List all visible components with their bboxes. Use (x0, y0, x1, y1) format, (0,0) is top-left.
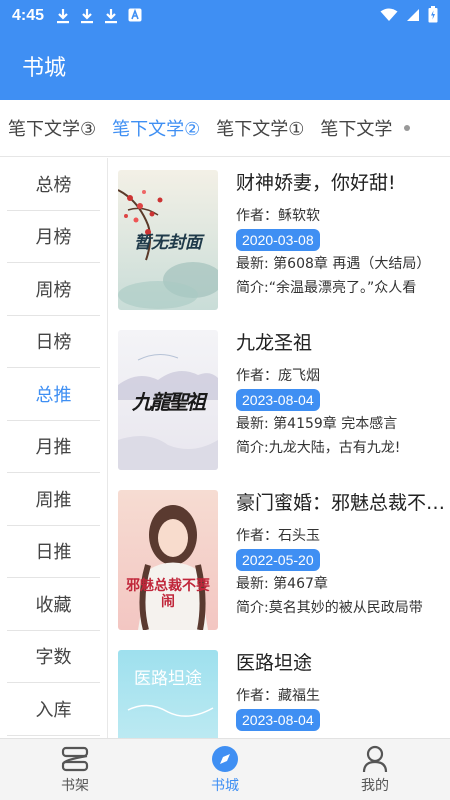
latest-chapter: 最新: 第467章 (236, 576, 328, 592)
nav-label: 我的 (361, 777, 389, 794)
sidebar-item-month-recommend[interactable]: 月推 (7, 421, 100, 473)
book-cover[interactable]: 邪魅总裁不要闹 (118, 490, 218, 630)
sidebar-item-week-recommend[interactable]: 周推 (7, 473, 100, 526)
tab-source-3[interactable]: 笔下文学③ (0, 115, 104, 141)
sidebar-item-word-count[interactable]: 字数 (7, 631, 100, 683)
cover-title-text: 暂无封面 (134, 233, 202, 253)
book-author: 作者：稣软软 (236, 208, 320, 224)
sidebar-item-total-recommend[interactable]: 总推 (7, 368, 100, 421)
cover-title-text: 九龍聖祖 (132, 390, 206, 414)
book-item[interactable]: 暂无封面 财神娇妻，你好甜! 作者：稣软软 2020-03-08 最新: 第60… (118, 160, 448, 310)
app-notification-icon (128, 8, 142, 24)
book-list: 暂无封面 财神娇妻，你好甜! 作者：稣软软 2020-03-08 最新: 第60… (108, 158, 450, 738)
sidebar-item-favorites[interactable]: 收藏 (7, 578, 100, 631)
battery-icon (428, 5, 438, 27)
system-icons (380, 5, 438, 27)
book-cover[interactable]: 暂无封面 (118, 170, 218, 310)
category-sidebar: 总榜 月榜 周榜 日榜 总推 月推 周推 日推 收藏 字数 入库 (0, 158, 108, 738)
sidebar-item-new-arrivals[interactable]: 入库 (7, 683, 100, 736)
bookshelf-icon (60, 745, 90, 773)
cover-title-text: 医路坦途 (134, 669, 202, 689)
status-bar: 4:45 (0, 0, 450, 32)
wifi-icon (380, 7, 398, 26)
book-intro: 简介:九龙大陆，古有九龙! (236, 440, 401, 456)
tab-source[interactable]: 笔下文学 (312, 115, 400, 141)
book-intro: 简介:莫名其妙的被从民政局带 (236, 600, 423, 616)
nav-label: 书城 (211, 777, 239, 794)
source-tabs: 笔下文学③ 笔下文学② 笔下文学① 笔下文学 (0, 100, 450, 157)
person-icon (362, 745, 388, 773)
cover-title-text: 邪魅总裁不要闹 (126, 578, 210, 610)
update-date-badge: 2020-03-08 (236, 229, 320, 251)
download-icon (56, 8, 70, 24)
update-date-badge: 2022-05-20 (236, 549, 320, 571)
sidebar-item-day-recommend[interactable]: 日推 (7, 526, 100, 578)
book-info: 豪门蜜婚：邪魅总裁不要闹 作者：石头玉 2022-05-20 最新: 第467章… (236, 488, 446, 619)
book-title[interactable]: 财神娇妻，你好甜! (236, 168, 446, 198)
sidebar-item-month-rank[interactable]: 月榜 (7, 211, 100, 263)
book-info: 财神娇妻，你好甜! 作者：稣软软 2020-03-08 最新: 第608章 再遇… (236, 168, 446, 299)
book-item[interactable]: 九龍聖祖 九龙圣祖 作者：庞飞烟 2023-08-04 最新: 第4159章 完… (118, 320, 448, 470)
book-author: 作者：石头玉 (236, 528, 320, 544)
book-title[interactable]: 豪门蜜婚：邪魅总裁不要闹 (236, 488, 446, 518)
page-title: 书城 (22, 56, 67, 81)
update-date-badge: 2023-08-04 (236, 709, 320, 731)
nav-profile[interactable]: 我的 (300, 739, 450, 800)
sidebar-item-total-rank[interactable]: 总榜 (7, 158, 100, 211)
notification-icons (56, 8, 142, 24)
book-item[interactable]: 邪魅总裁不要闹 豪门蜜婚：邪魅总裁不要闹 作者：石头玉 2022-05-20 最… (118, 480, 448, 630)
book-title[interactable]: 九龙圣祖 (236, 328, 446, 358)
status-time: 4:45 (12, 7, 45, 24)
tab-source-2[interactable]: 笔下文学② (104, 115, 208, 141)
book-intro: 简介:“余温最漂亮了。”众人看 (236, 280, 417, 296)
latest-chapter: 最新: 第608章 再遇（大结局） (236, 256, 431, 272)
book-author: 作者：藏福生 (236, 688, 320, 704)
book-title[interactable]: 医路坦途 (236, 648, 446, 678)
book-cover[interactable]: 九龍聖祖 (118, 330, 218, 470)
nav-label: 书架 (61, 777, 89, 794)
book-cover[interactable]: 医路坦途 (118, 650, 218, 738)
sidebar-item-week-rank[interactable]: 周榜 (7, 263, 100, 316)
book-author: 作者：庞飞烟 (236, 368, 320, 384)
book-item[interactable]: 医路坦途 医路坦途 作者：藏福生 2023-08-04 (118, 640, 448, 738)
tab-source-1[interactable]: 笔下文学① (208, 115, 312, 141)
sidebar-item-day-rank[interactable]: 日榜 (7, 316, 100, 368)
bottom-nav: 书架 书城 我的 (0, 738, 450, 800)
nav-bookshelf[interactable]: 书架 (0, 739, 150, 800)
book-info: 医路坦途 作者：藏福生 2023-08-04 (236, 648, 446, 731)
download-icon (104, 8, 118, 24)
app-bar: 书城 (0, 32, 450, 100)
download-icon (80, 8, 94, 24)
latest-chapter: 最新: 第4159章 完本感言 (236, 416, 398, 432)
nav-bookstore[interactable]: 书城 (150, 739, 300, 800)
book-info: 九龙圣祖 作者：庞飞烟 2023-08-04 最新: 第4159章 完本感言 简… (236, 328, 446, 459)
compass-icon (211, 745, 239, 773)
more-tabs-dot (404, 125, 411, 131)
signal-icon (406, 7, 420, 26)
update-date-badge: 2023-08-04 (236, 389, 320, 411)
